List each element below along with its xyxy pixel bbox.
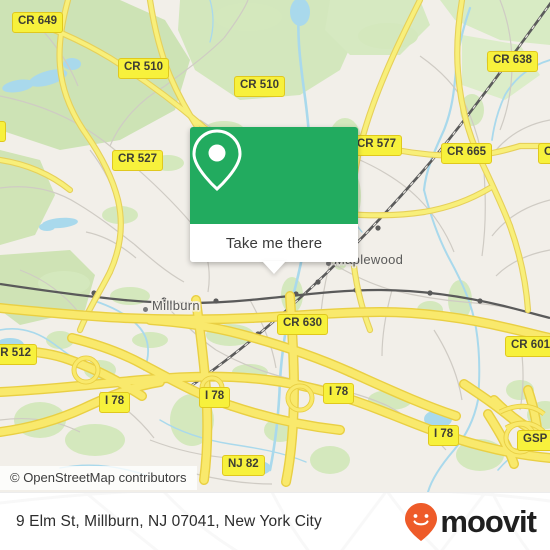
- road-shield-cr577[interactable]: CR 577: [351, 135, 402, 156]
- road-shield-9[interactable]: 9: [0, 121, 7, 142]
- popup-header: [190, 127, 358, 224]
- moovit-logo[interactable]: moovit: [404, 502, 537, 542]
- address-text: 9 Elm St, Millburn, NJ 07041, New York C…: [16, 512, 322, 530]
- moovit-pin-smiley-icon: [405, 502, 438, 541]
- road-shield-cr510-b[interactable]: CR 510: [234, 76, 285, 97]
- popup-action-bar[interactable]: Take me there: [190, 224, 358, 274]
- road-shield-nj82[interactable]: NJ 82: [222, 455, 265, 476]
- road-shield-i78-d[interactable]: I 78: [428, 425, 460, 446]
- road-shield-cr512[interactable]: CR 512: [0, 344, 37, 365]
- map-screenshot: Millburn Maplewood CR 649 CR 510 CR 510 …: [0, 0, 550, 550]
- road-shield-i78-b[interactable]: I 78: [199, 387, 231, 408]
- road-shield-gsp[interactable]: GSP: [517, 430, 550, 451]
- map-canvas[interactable]: Millburn Maplewood CR 649 CR 510 CR 510 …: [0, 0, 550, 492]
- city-dot-millburn: [143, 307, 148, 312]
- road-shield-cr630[interactable]: CR 630: [277, 314, 328, 335]
- road-shield-cr527[interactable]: CR 527: [112, 150, 163, 171]
- road-shield-cr510-a[interactable]: CR 510: [118, 58, 169, 79]
- road-shield-i78-c[interactable]: I 78: [323, 383, 355, 404]
- road-shield-cr665[interactable]: CR 665: [441, 143, 492, 164]
- osm-attribution[interactable]: © OpenStreetMap contributors: [0, 466, 197, 490]
- location-popup[interactable]: Take me there: [190, 127, 358, 274]
- location-pin-icon: [192, 129, 242, 192]
- popup-pointer-tail: [262, 261, 286, 274]
- road-shield-cr649[interactable]: CR 649: [12, 12, 63, 33]
- road-shield-cr6[interactable]: CR 6: [538, 143, 550, 164]
- road-shield-cr638[interactable]: CR 638: [487, 51, 538, 72]
- take-me-there-label: Take me there: [225, 234, 323, 252]
- footer-bar: 9 Elm St, Millburn, NJ 07041, New York C…: [0, 492, 550, 550]
- road-shield-i78-a[interactable]: I 78: [99, 392, 131, 413]
- road-shield-cr601[interactable]: CR 601: [505, 336, 550, 357]
- moovit-wordmark: moovit: [440, 504, 537, 539]
